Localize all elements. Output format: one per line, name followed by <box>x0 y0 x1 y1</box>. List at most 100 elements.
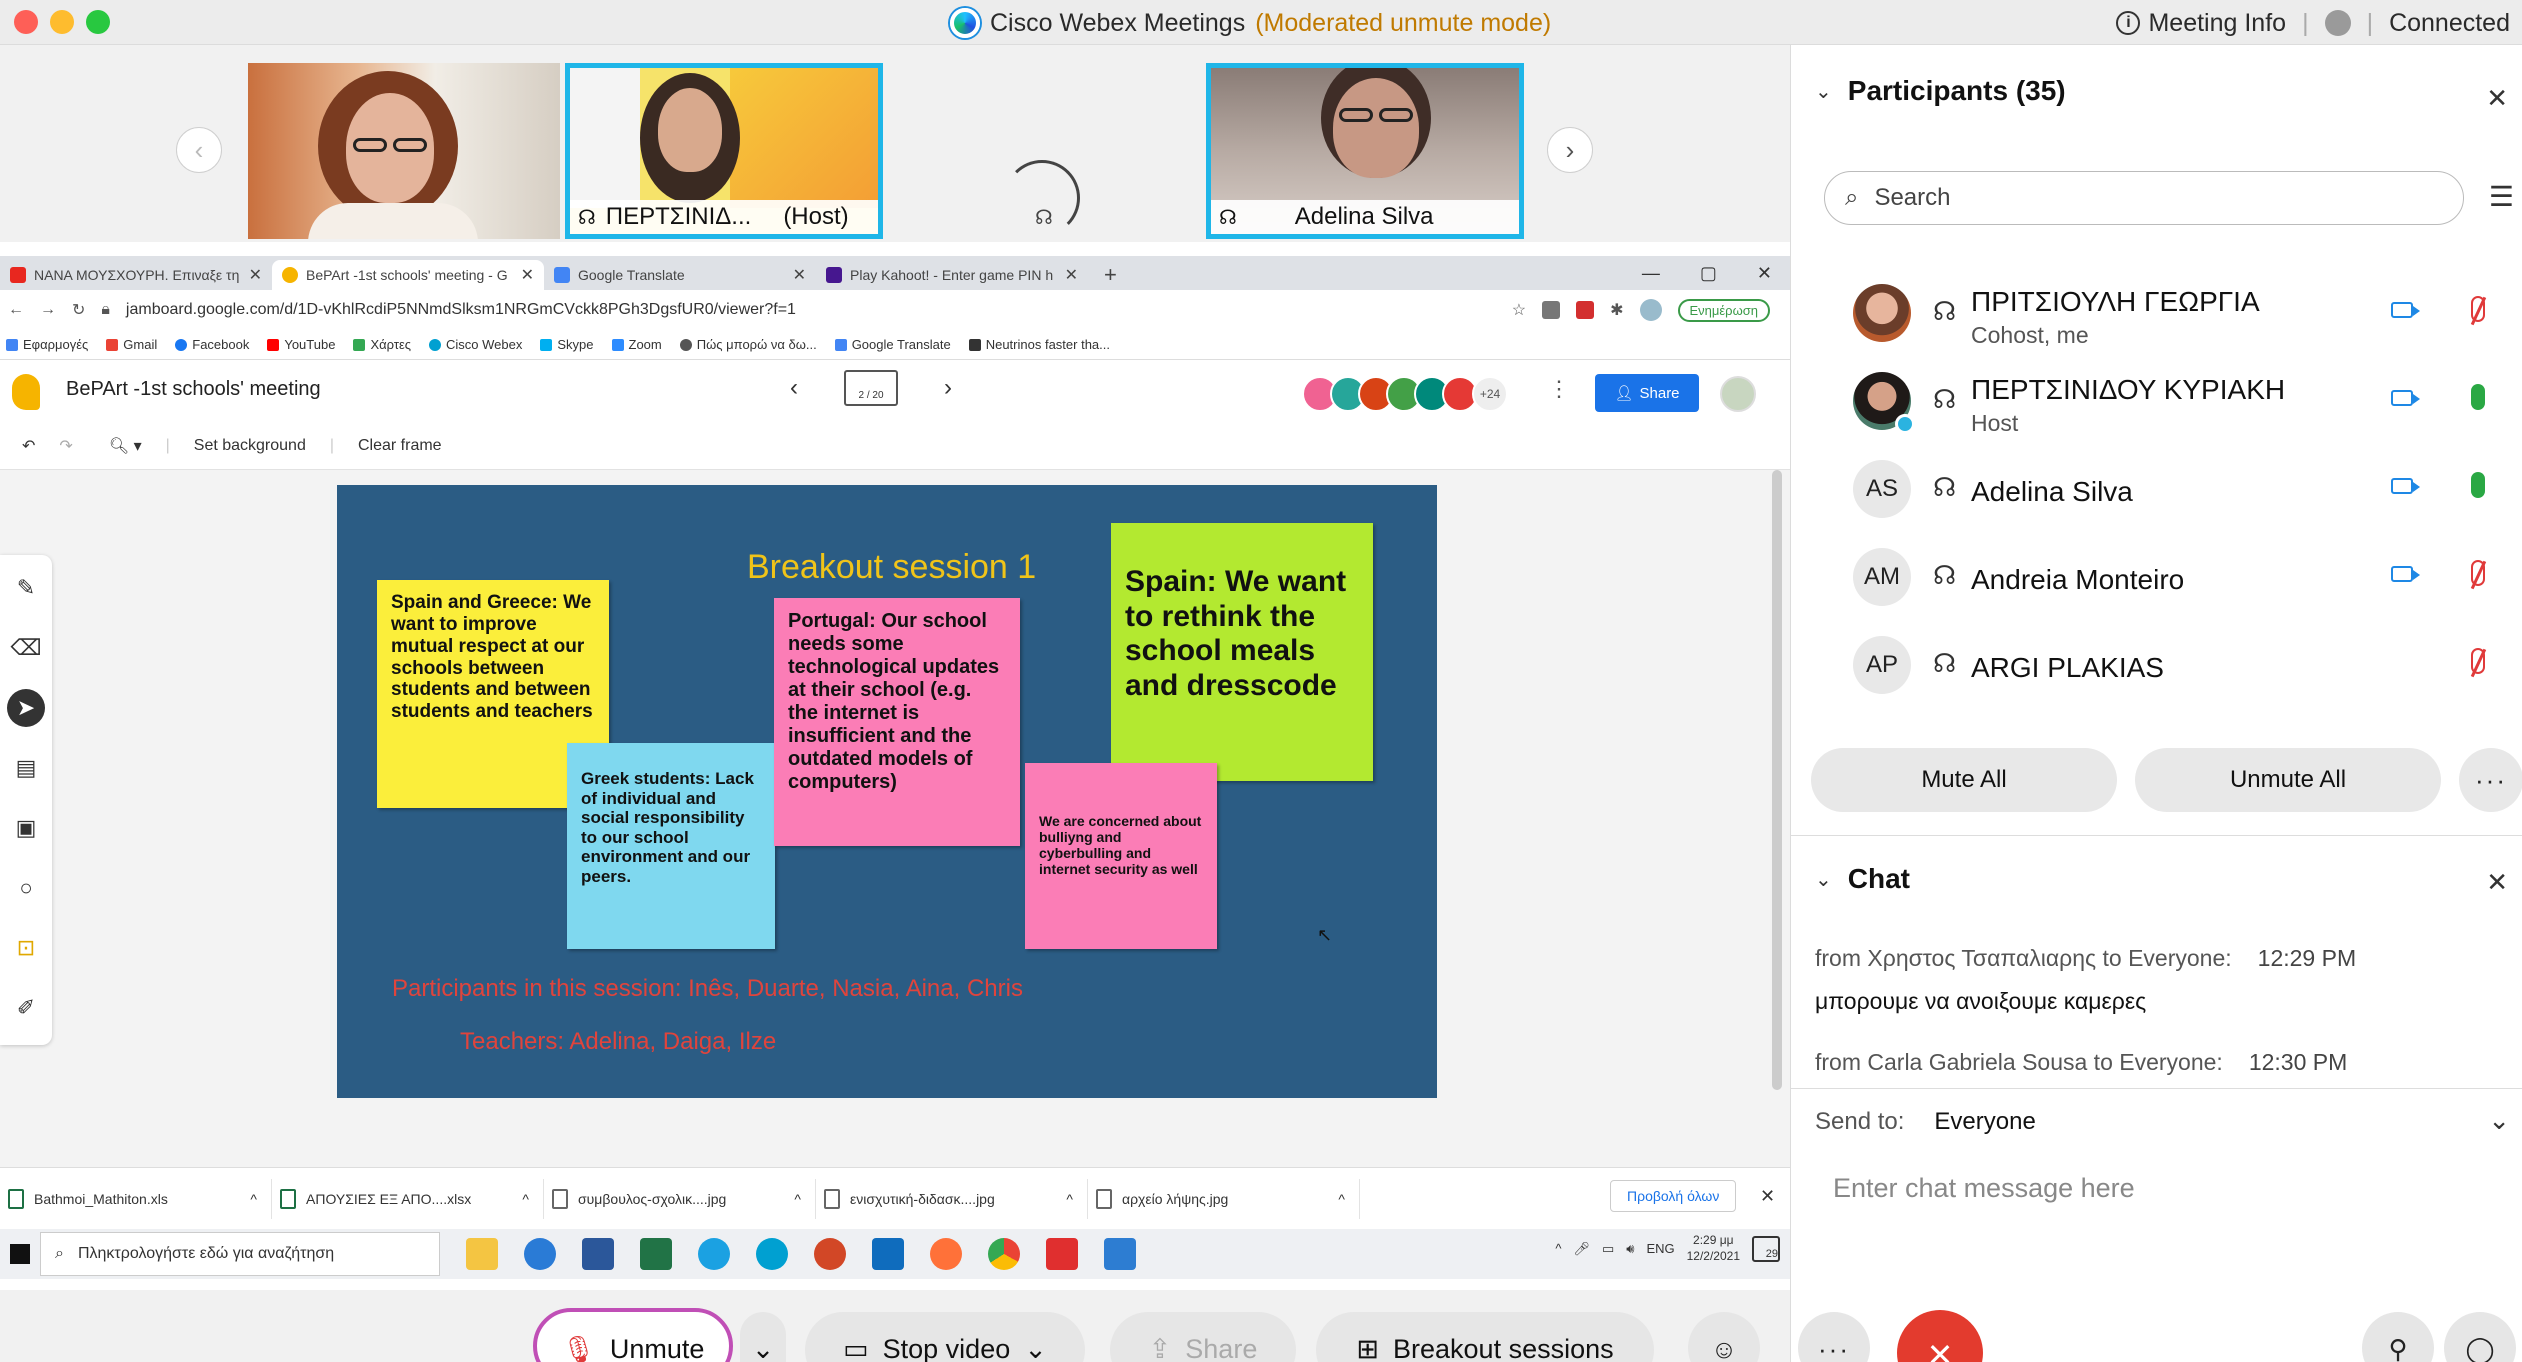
new-tab-button[interactable]: + <box>1088 260 1117 290</box>
chevron-up-icon[interactable]: ^ <box>1338 1191 1345 1207</box>
more-options-icon[interactable]: ⋮ <box>1548 376 1570 402</box>
download-item[interactable]: ενισχυτική-διδασκ....jpg ^ <box>816 1178 1088 1219</box>
participant-search-input[interactable]: ⌕ Search <box>1824 171 2464 225</box>
back-icon[interactable]: ← <box>8 301 24 319</box>
close-tab-icon[interactable]: ✕ <box>1065 265 1078 285</box>
close-chat-icon[interactable]: ✕ <box>2486 867 2508 898</box>
participant-row[interactable]: AS ☊ Adelina Silva <box>1791 446 2522 534</box>
network-icon[interactable]: ▭ <box>1602 1241 1614 1257</box>
maximize-icon[interactable]: ▢ <box>1700 263 1717 284</box>
stop-video-button[interactable]: ▭ Stop video ⌄ <box>805 1312 1085 1362</box>
participant-row[interactable]: ☊ ΠΡΙΤΣΙΟΥΛΗ ΓΕΩΡΓΙΑ Cohost, me <box>1791 270 2522 358</box>
participants-header[interactable]: ⌄ Participants (35) <box>1815 75 2066 107</box>
update-button[interactable]: Ενημέρωση <box>1677 298 1770 322</box>
next-videos-button[interactable]: › <box>1547 127 1593 173</box>
participants-text[interactable]: Participants in this session: Inês, Duar… <box>392 975 1023 1003</box>
bookmark-howto[interactable]: Πώς μπορώ να δω... <box>679 337 817 352</box>
close-tab-icon[interactable]: ✕ <box>793 265 806 285</box>
chevron-up-icon[interactable]: ^ <box>794 1191 801 1207</box>
sticky-note[interactable]: We are concerned about bulliyng and cybe… <box>1025 763 1217 949</box>
unmute-button[interactable]: 🎙︎ Unmute <box>533 1308 733 1362</box>
chat-header[interactable]: ⌄ Chat <box>1815 863 1910 895</box>
sort-list-icon[interactable]: ☰ <box>2489 180 2514 213</box>
redo-icon[interactable]: ↷ <box>59 436 72 456</box>
chat-message-input[interactable]: Enter chat message here <box>1833 1173 2135 1204</box>
outlook-icon[interactable] <box>872 1238 904 1270</box>
clear-frame-button[interactable]: Clear frame <box>358 437 442 455</box>
jam-frame[interactable]: Breakout session 1 Spain and Greece: We … <box>337 485 1437 1098</box>
connection-icon[interactable] <box>2324 10 2351 36</box>
browser-tab-active[interactable]: BePArt -1st schools' meeting - G ✕ <box>272 260 544 290</box>
teachers-text[interactable]: Teachers: Adelina, Daiga, Ilze <box>460 1028 776 1056</box>
edge-icon[interactable] <box>524 1238 556 1270</box>
language-indicator[interactable]: ENG <box>1646 1241 1674 1256</box>
minimize-window-button[interactable] <box>50 10 74 34</box>
powerpoint-icon[interactable] <box>814 1238 846 1270</box>
star-icon[interactable]: ☆ <box>1512 300 1526 320</box>
more-options-button[interactable]: ··· <box>2459 748 2522 812</box>
sticky-note-icon[interactable]: ▤ <box>7 749 45 787</box>
audio-options-chevron[interactable]: ⌄ <box>740 1312 786 1362</box>
video-tile-self[interactable] <box>248 63 560 239</box>
word-icon[interactable] <box>582 1238 614 1270</box>
bookmark-gmail[interactable]: Gmail <box>106 337 157 352</box>
participant-row[interactable]: ☊ ΠΕΡΤΣΙΝΙΔΟΥ ΚΥΡΙΑΚΗ Host <box>1791 358 2522 446</box>
video-tile-host[interactable]: ☊ ΠΕΡΤΣΙΝΙΔ... (Host) <box>565 63 883 239</box>
bookmark-facebook[interactable]: Facebook <box>175 337 249 352</box>
extension-icon[interactable] <box>1542 301 1561 319</box>
video-on-icon[interactable] <box>2391 478 2420 494</box>
edge-new-icon[interactable] <box>698 1238 730 1270</box>
bookmark-neutrinos[interactable]: Neutrinos faster tha... <box>968 337 1110 352</box>
browser-tab[interactable]: Play Kahoot! - Enter game PIN h ✕ <box>816 260 1088 290</box>
canvas-scrollbar[interactable] <box>1772 470 1782 1090</box>
bookmark-translate[interactable]: Google Translate <box>834 337 951 352</box>
chevron-up-icon[interactable]: ^ <box>1066 1191 1073 1207</box>
circle-icon[interactable]: ○ <box>7 869 45 907</box>
prev-frame-button[interactable]: ‹ <box>790 374 798 402</box>
bookmark-webex[interactable]: Cisco Webex <box>429 337 522 352</box>
excel-icon[interactable] <box>640 1238 672 1270</box>
breakout-sessions-button[interactable]: ⊞ Breakout sessions <box>1316 1312 1654 1362</box>
sticky-note[interactable]: Portugal: Our school needs some technolo… <box>774 598 1020 846</box>
next-frame-button[interactable]: › <box>944 374 952 402</box>
close-tab-icon[interactable]: ✕ <box>521 265 534 285</box>
sticky-note[interactable]: Greek students: Lack of individual and s… <box>567 743 775 949</box>
sticky-note[interactable]: Spain: We want to rethink the school mea… <box>1111 523 1373 781</box>
collaborator-avatars[interactable]: +24 <box>1302 376 1508 412</box>
close-icon[interactable]: ✕ <box>1757 263 1772 284</box>
microphone-icon[interactable]: 🎤︎ <box>1573 1241 1590 1257</box>
acrobat-icon[interactable] <box>1046 1238 1078 1270</box>
text-box-icon[interactable]: ⊡ <box>7 929 45 967</box>
video-on-icon[interactable] <box>2391 302 2420 318</box>
bookmark-apps[interactable]: Εφαρμογές <box>6 337 88 352</box>
account-avatar[interactable] <box>1720 376 1756 412</box>
mic-muted-icon[interactable] <box>2471 648 2485 674</box>
zoom-icon[interactable]: 🔍︎ ▾ <box>109 436 142 456</box>
send-to-selector[interactable]: Send to: Everyone <box>1815 1108 2036 1136</box>
chrome-icon[interactable] <box>988 1238 1020 1270</box>
puzzle-icon[interactable]: ✱ <box>1610 300 1623 320</box>
bookmark-skype[interactable]: Skype <box>540 337 594 352</box>
laser-icon[interactable]: ✐ <box>7 989 45 1027</box>
chevron-up-icon[interactable]: ^ <box>250 1191 257 1207</box>
show-all-downloads-button[interactable]: Προβολή όλων <box>1610 1180 1737 1212</box>
notifications-icon[interactable]: 29 <box>1752 1235 1780 1262</box>
prev-videos-button[interactable]: ‹ <box>176 127 222 173</box>
forward-icon[interactable]: → <box>40 301 56 319</box>
participant-row[interactable]: AM ☊ Andreia Monteiro <box>1791 534 2522 622</box>
close-tab-icon[interactable]: ✕ <box>249 265 262 285</box>
video-tile-adelina[interactable]: ☊ Adelina Silva <box>1206 63 1524 239</box>
bookmark-zoom[interactable]: Zoom <box>611 337 662 352</box>
set-background-button[interactable]: Set background <box>194 437 306 455</box>
jamboard-title[interactable]: BePArt -1st schools' meeting <box>66 378 321 401</box>
frame-counter-button[interactable]: 2 / 20 <box>844 370 898 406</box>
share-content-button[interactable]: ⇪ Share <box>1110 1312 1296 1362</box>
reload-icon[interactable]: ↻ <box>72 300 85 320</box>
mic-muted-icon[interactable] <box>2471 560 2485 586</box>
download-item[interactable]: Bathmoi_Mathiton.xls ^ <box>0 1178 272 1219</box>
chevron-down-icon[interactable]: ⌄ <box>2488 1105 2510 1136</box>
close-window-button[interactable] <box>14 10 38 34</box>
video-on-icon[interactable] <box>2391 390 2420 406</box>
image-icon[interactable]: ▣ <box>7 809 45 847</box>
photos-icon[interactable] <box>1104 1238 1136 1270</box>
